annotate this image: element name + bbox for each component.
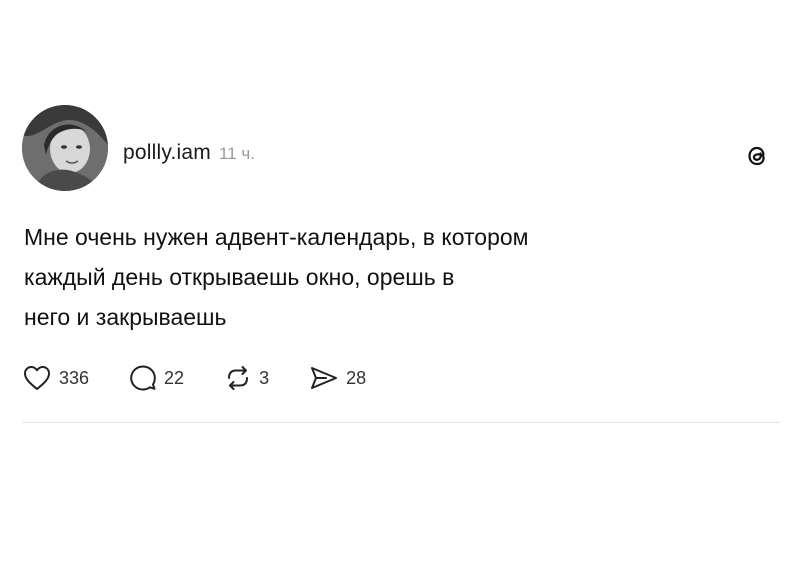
post-actions: 336 22 3 28 [22,363,406,393]
post-divider [22,422,780,423]
repost-button[interactable]: 3 [224,364,269,392]
avatar[interactable] [22,105,108,191]
like-count: 336 [59,367,90,388]
post-header: pollly.iam 11 ч. [123,141,255,165]
comment-icon [130,365,156,391]
threads-logo-icon[interactable] [744,143,770,169]
post-timestamp: 11 ч. [218,144,255,163]
repost-icon [228,366,249,390]
avatar-photo [22,105,108,191]
heart-icon [24,366,50,390]
share-count: 28 [346,367,367,388]
share-button[interactable]: 28 [309,364,366,392]
reply-count: 22 [164,367,185,388]
threads-post-screen: pollly.iam 11 ч. Мне очень нужен адвент-… [0,0,800,561]
reply-button[interactable]: 22 [129,364,184,392]
post-body-text: Мне очень нужен адвент-календарь, в кото… [24,217,724,337]
post-text-content: Мне очень нужен адвент-календарь, в кото… [24,224,529,330]
like-button[interactable]: 336 [22,364,89,392]
send-icon [311,367,338,389]
repost-count: 3 [259,367,270,388]
username-link[interactable]: pollly.iam [123,141,211,165]
